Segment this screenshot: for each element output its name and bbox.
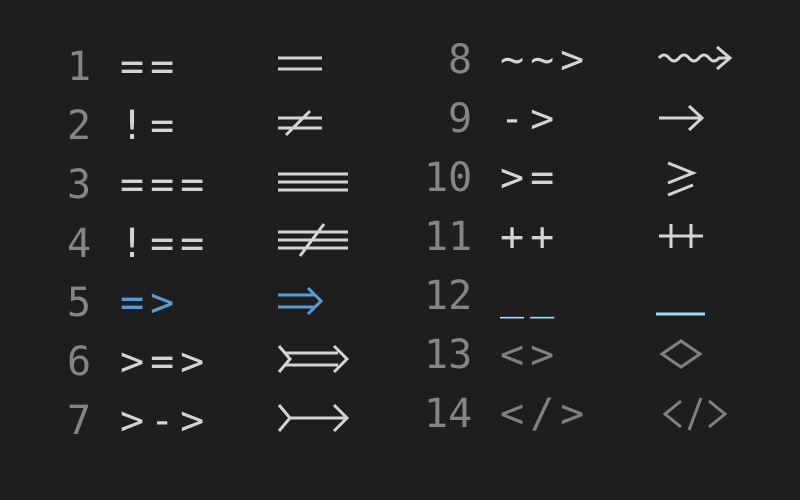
line-number: 8 [448, 37, 473, 83]
code-text: !== [120, 221, 211, 267]
arrow-tailed-icon [277, 403, 350, 433]
code-text: === [120, 162, 211, 208]
triple-line-icon [278, 172, 348, 192]
line-number: 14 [424, 391, 473, 437]
arrow-icon [659, 104, 705, 132]
code-text: => [120, 280, 181, 326]
line-number: 13 [424, 332, 473, 378]
line-number: 2 [67, 103, 92, 149]
code-text: -> [500, 96, 561, 142]
greater-equal-icon [667, 161, 698, 197]
code-text: ~~> [500, 37, 591, 83]
code-text: != [120, 103, 181, 149]
line-number: 7 [67, 398, 92, 444]
squiggly-arrow-icon [657, 45, 733, 71]
code-text: __ [500, 273, 561, 319]
line-number: 10 [424, 155, 473, 201]
editor-view: 1 2 3 4 5 6 7 == != === !== => >=> >-> 8… [0, 0, 800, 500]
plus-plus-icon [659, 224, 703, 248]
line-number: 6 [67, 339, 92, 385]
double-line-icon [278, 56, 322, 71]
line-number: 4 [67, 221, 92, 267]
line-number: 9 [448, 96, 473, 142]
code-text: </> [500, 391, 591, 437]
code-text: ++ [500, 214, 561, 260]
code-text: >= [500, 155, 561, 201]
line-number: 12 [424, 273, 473, 319]
strict-not-equal-icon [278, 223, 348, 257]
not-equal-icon [278, 109, 322, 137]
line-number: 1 [67, 44, 92, 90]
double-arrow-tailed-icon [277, 344, 350, 374]
code-text: == [120, 44, 181, 90]
code-text: <> [500, 332, 561, 378]
code-text: >-> [120, 398, 211, 444]
line-number: 3 [67, 162, 92, 208]
double-arrow-icon [278, 286, 324, 316]
line-number: 11 [424, 214, 473, 260]
diamond-icon [659, 339, 703, 369]
underscore-icon [656, 312, 705, 316]
closing-tag-icon [662, 397, 728, 431]
line-number: 5 [67, 280, 92, 326]
code-text: >=> [120, 339, 211, 385]
